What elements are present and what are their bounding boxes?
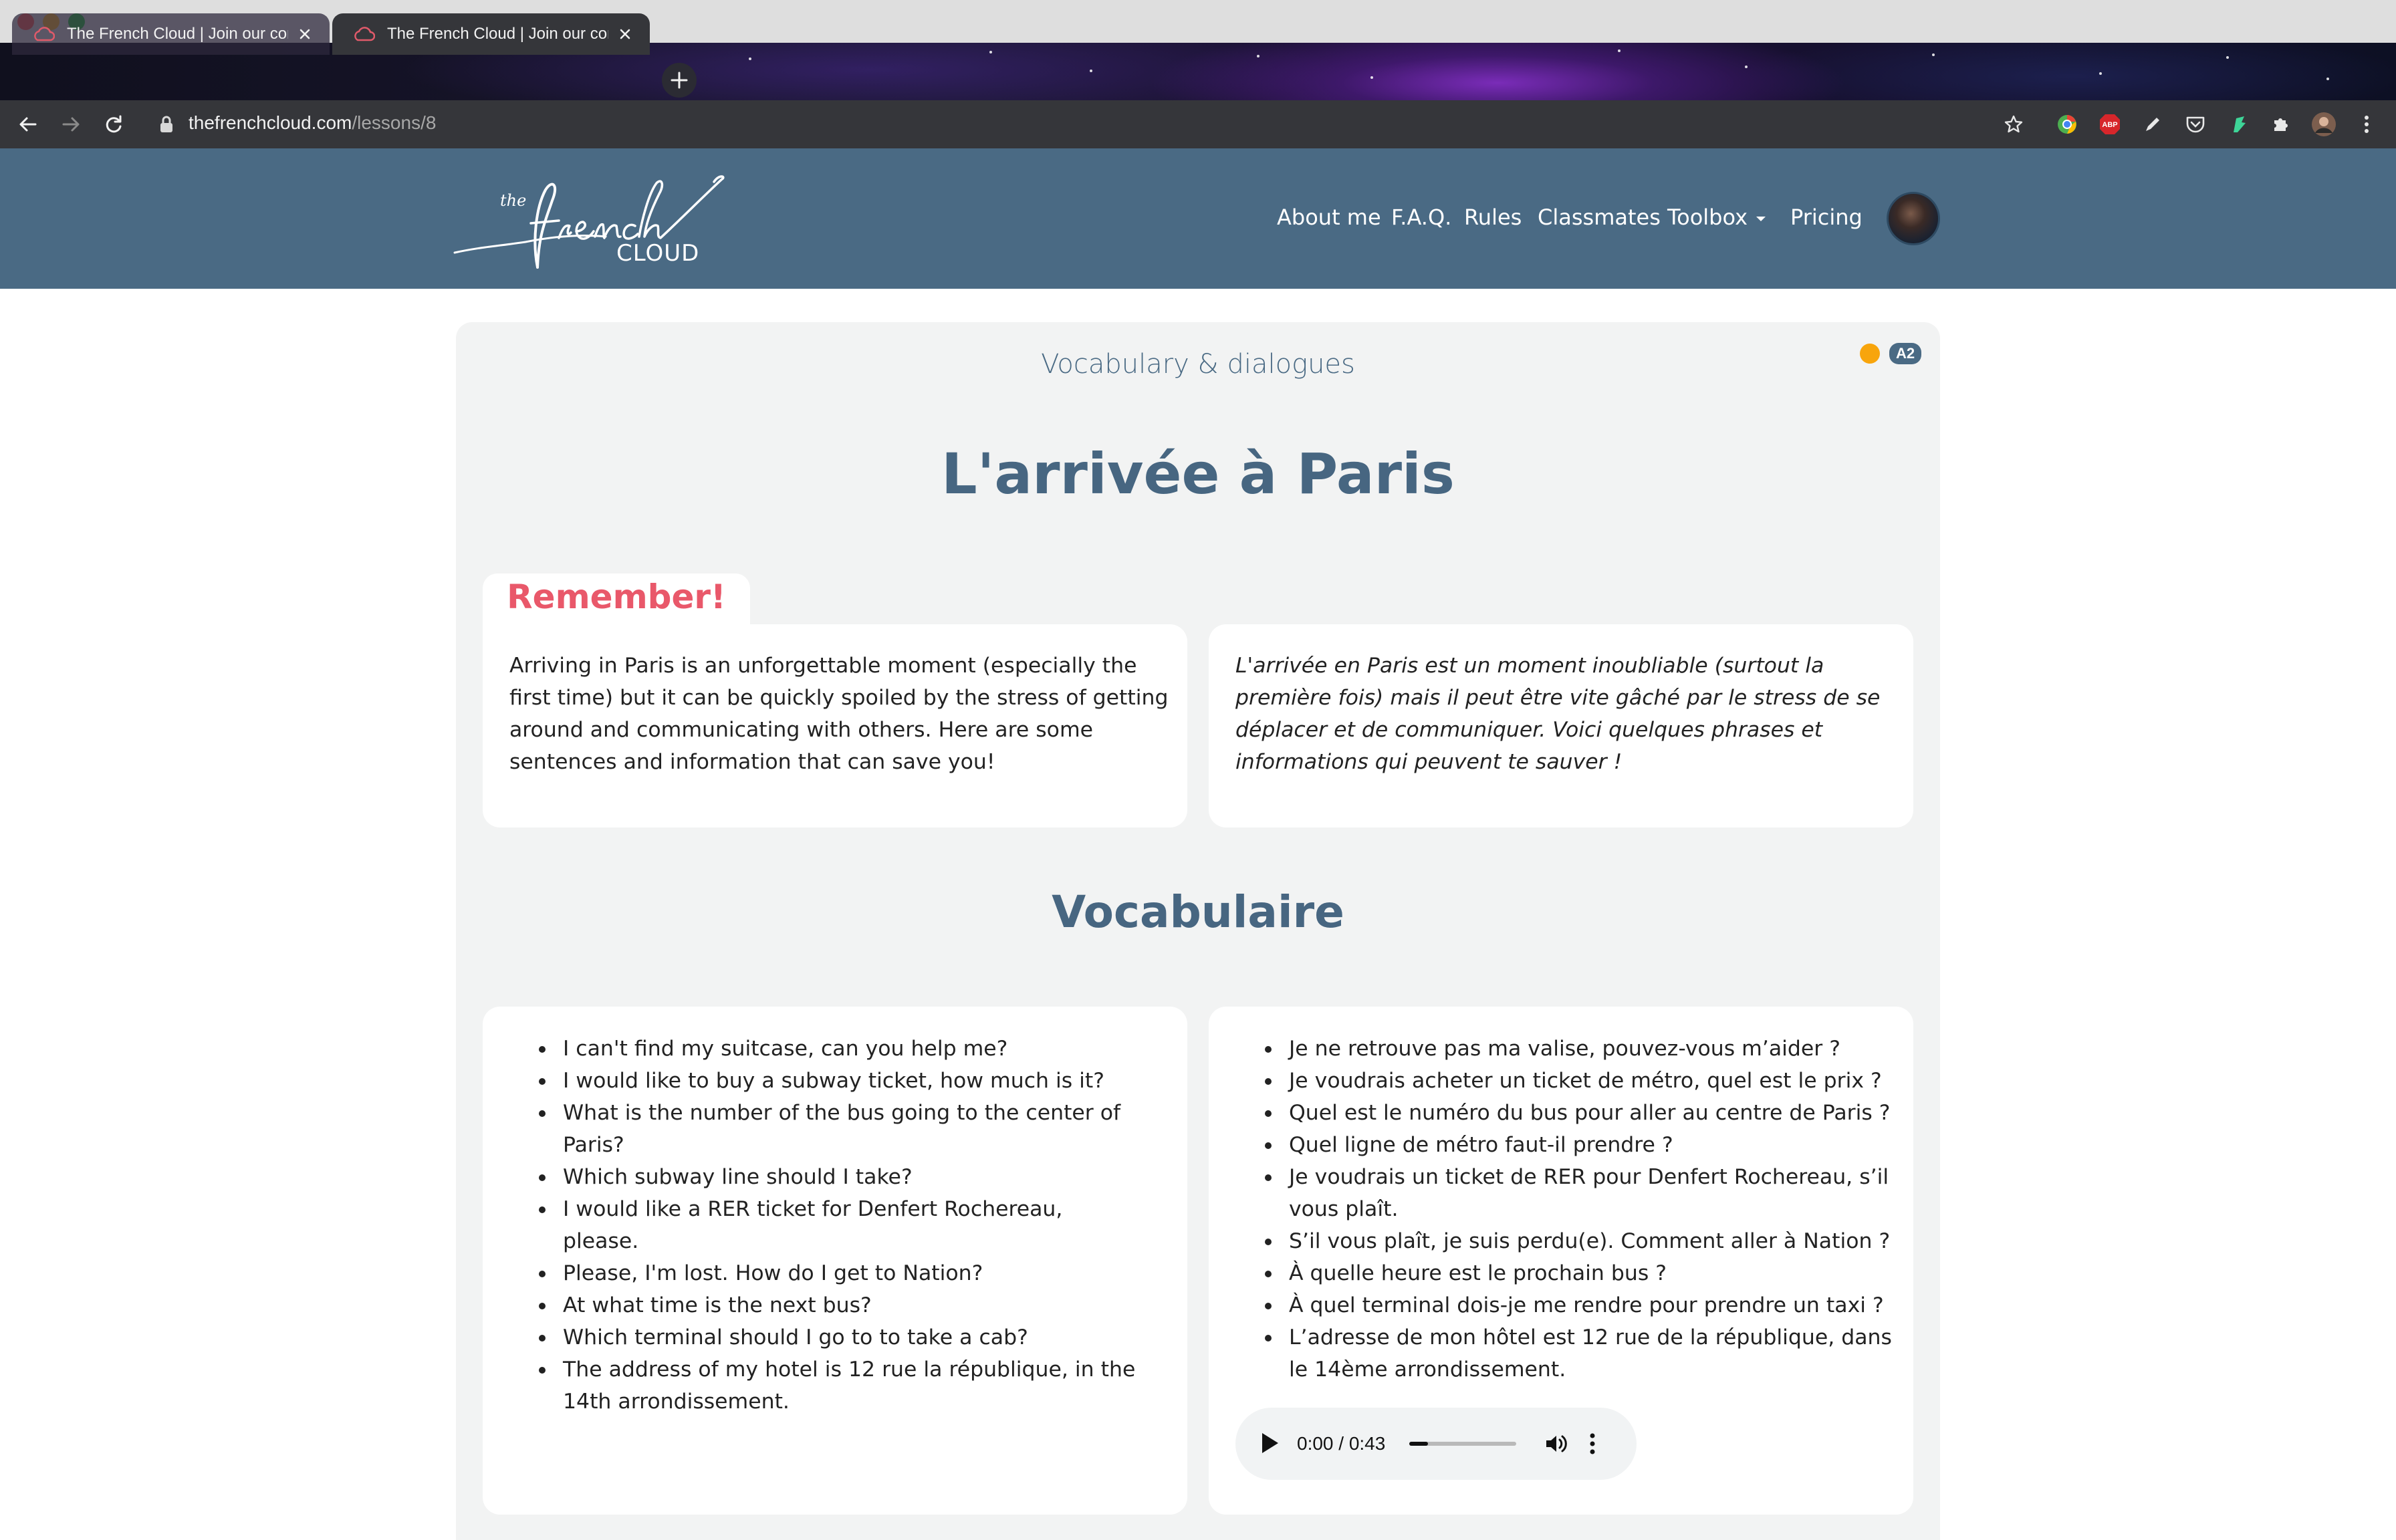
list-item: At what time is the next bus? [539,1289,1141,1321]
pen-extension-button[interactable] [2139,111,2166,138]
lesson-kicker: Vocabulary & dialogues [1041,349,1355,380]
list-item: À quelle heure est le prochain bus ? [1265,1257,1900,1289]
list-item: L’adresse de mon hôtel est 12 rue de la … [1265,1321,1900,1386]
close-tab-icon[interactable] [296,25,314,43]
lesson-title: L'arrivée à Paris [941,441,1455,507]
adblock-icon: ABP [2100,114,2120,134]
list-item: Which terminal should I go to to take a … [539,1321,1141,1354]
bookmark-star-button[interactable] [2000,111,2027,138]
vocab-french-list: Je ne retrouve pas ma valise, pouvez-vou… [1265,1033,1900,1386]
profile-button[interactable] [2310,111,2337,138]
list-item: The address of my hotel is 12 rue la rép… [539,1354,1141,1418]
reload-button[interactable] [100,111,127,138]
list-item: What is the number of the bus going to t… [539,1097,1141,1161]
intro-french-text: L'arrivée en Paris est un moment inoubli… [1235,654,1881,774]
user-avatar[interactable] [1887,192,1940,245]
vocab-english-list: I can't find my suitcase, can you help m… [539,1033,1141,1418]
google-extension-button[interactable] [2054,111,2080,138]
nav-toolbox-label: Toolbox [1667,205,1748,230]
extensions-button[interactable] [2268,111,2294,138]
browser-tab-active[interactable]: The French Cloud | Join our community [332,13,650,55]
list-item: Quel ligne de métro faut-il prendre ? [1265,1129,1900,1161]
tab-title: The French Cloud | Join our community [67,25,288,43]
pocket-icon [2186,116,2205,133]
intro-english-text: Arriving in Paris is an unforgettable mo… [509,654,1169,774]
reload-icon [106,115,122,133]
close-tab-icon[interactable] [616,25,634,43]
adblock-extension-button[interactable]: ABP [2096,111,2123,138]
nav-classmates[interactable]: Classmates [1538,205,1661,230]
pocket-extension-button[interactable] [2182,111,2209,138]
leaf-icon [2234,116,2246,132]
audio-time: 0:00 / 0:43 [1297,1433,1386,1454]
list-item: Je voudrais un ticket de RER pour Denfer… [1265,1161,1900,1225]
new-tab-button[interactable] [662,63,697,98]
pen-icon [2146,118,2159,131]
nav-faq[interactable]: F.A.Q. [1391,205,1451,230]
nav-toolbox[interactable]: Toolbox [1667,205,1768,230]
caret-down-icon [1756,217,1766,221]
list-item: Quel est le numéro du bus pour aller au … [1265,1097,1900,1129]
plus-icon [671,72,688,89]
audio-seek-progress [1409,1442,1428,1446]
lock-icon [160,116,172,132]
play-icon[interactable] [1262,1433,1278,1453]
list-item: Je voudrais acheter un ticket de métro, … [1265,1065,1900,1097]
cloud-icon [34,27,55,41]
audio-player: 0:00 / 0:43 [1235,1408,1637,1480]
url-domain: thefrenchcloud.com [189,112,352,133]
forward-button[interactable] [57,111,84,138]
puzzle-icon [2274,118,2288,131]
more-vertical-icon[interactable] [1588,1432,1596,1456]
svg-text:the: the [500,191,526,210]
lesson-status-dot [1860,344,1880,364]
star-icon [2004,115,2023,133]
remember-label: Remember! [507,578,726,616]
nav-about-me[interactable]: About me [1277,205,1381,230]
profile-avatar-icon [2312,112,2336,136]
nav-rules[interactable]: Rules [1464,205,1522,230]
list-item: I can't find my suitcase, can you help m… [539,1033,1141,1065]
list-item: À quel terminal dois-je me rendre pour p… [1265,1289,1900,1321]
back-button[interactable] [15,111,41,138]
volume-icon[interactable] [1544,1433,1567,1454]
list-item: Which subway line should I take? [539,1161,1141,1193]
site-header [0,148,2396,289]
nav-pricing[interactable]: Pricing [1790,205,1863,230]
arrow-left-icon [19,117,37,132]
address-bar[interactable]: thefrenchcloud.com/lessons/8 [189,112,436,134]
list-item: Je ne retrouve pas ma valise, pouvez-vou… [1265,1033,1900,1065]
cloud-icon [354,27,375,41]
browser-tab[interactable]: The French Cloud | Join our community [12,13,330,55]
list-item: I would like to buy a subway ticket, how… [539,1065,1141,1097]
list-item: Please, I'm lost. How do I get to Nation… [539,1257,1141,1289]
site-logo[interactable]: the CLOUD [452,167,726,274]
svg-text:CLOUD: CLOUD [616,240,699,267]
level-badge: A2 [1889,343,1922,364]
list-item: S’il vous plaît, je suis perdu(e). Comme… [1265,1225,1900,1257]
tab-title: The French Cloud | Join our community [387,25,608,43]
arrow-right-icon [62,117,80,132]
browser-menu-button[interactable] [2353,111,2380,138]
more-vertical-icon [2365,116,2369,133]
url-path: /lessons/8 [352,112,437,133]
chrome-extension-icon [2058,115,2076,134]
vocabulary-heading: Vocabulaire [1052,886,1344,938]
svg-text:ABP: ABP [2102,121,2117,129]
green-extension-button[interactable] [2225,111,2252,138]
list-item: I would like a RER ticket for Denfert Ro… [539,1193,1141,1257]
